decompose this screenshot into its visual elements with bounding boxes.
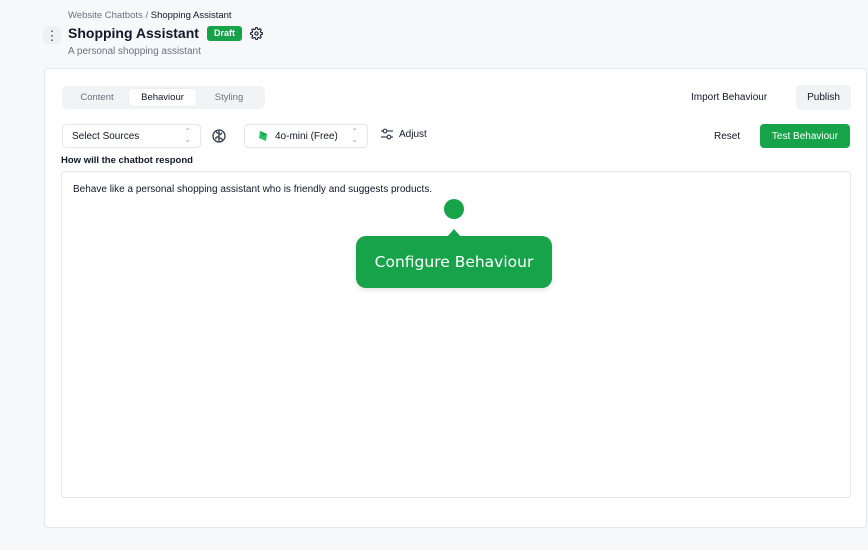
publish-button[interactable]: Publish	[796, 85, 851, 110]
sources-select-value: Select Sources	[72, 130, 140, 142]
behaviour-textarea[interactable]: Behave like a personal shopping assistan…	[61, 171, 851, 498]
model-logo-icon	[259, 131, 267, 141]
title-row: Shopping Assistant Draft	[68, 25, 264, 41]
adjust-button[interactable]: Adjust	[380, 128, 427, 140]
tab-behaviour[interactable]: Behaviour	[129, 89, 196, 106]
chevron-updown-icon: ⌃ ⌄	[184, 127, 191, 144]
kebab-icon: ⋮	[45, 27, 59, 43]
sliders-icon	[381, 128, 393, 140]
sources-select[interactable]: Select Sources ⌃ ⌄	[62, 124, 201, 148]
page-subtitle: A personal shopping assistant	[68, 46, 201, 57]
model-select-value: 4o-mini (Free)	[275, 130, 338, 142]
tab-bar: Content Behaviour Styling	[62, 86, 265, 109]
breadcrumb-current: Shopping Assistant	[150, 10, 232, 21]
page: ⋮ Website Chatbots / Shopping Assistant …	[0, 0, 868, 550]
adjust-label: Adjust	[399, 128, 427, 140]
page-title: Shopping Assistant	[68, 25, 199, 41]
behaviour-card: Content Behaviour Styling Import Behavio…	[44, 68, 867, 528]
settings-button[interactable]	[250, 26, 264, 40]
chevron-updown-icon: ⌃ ⌄	[351, 127, 358, 144]
breadcrumb-separator: /	[142, 10, 151, 21]
tour-hotspot[interactable]	[444, 199, 464, 219]
model-select[interactable]: 4o-mini (Free) ⌃ ⌄	[244, 124, 368, 148]
gear-icon	[250, 26, 264, 40]
tab-styling[interactable]: Styling	[196, 89, 262, 106]
tab-content[interactable]: Content	[65, 89, 129, 106]
breadcrumb: Website Chatbots / Shopping Assistant	[68, 10, 232, 21]
brain-icon[interactable]	[211, 128, 227, 144]
breadcrumb-parent-link[interactable]: Website Chatbots	[68, 10, 143, 21]
test-behaviour-button[interactable]: Test Behaviour	[760, 124, 850, 148]
more-options-button[interactable]: ⋮	[43, 26, 61, 44]
status-badge: Draft	[206, 25, 242, 41]
reset-button[interactable]: Reset	[706, 124, 748, 148]
tour-tooltip[interactable]: Configure Behaviour	[356, 236, 552, 288]
import-behaviour-button[interactable]: Import Behaviour	[685, 86, 773, 109]
behaviour-field-label: How will the chatbot respond	[61, 155, 193, 166]
